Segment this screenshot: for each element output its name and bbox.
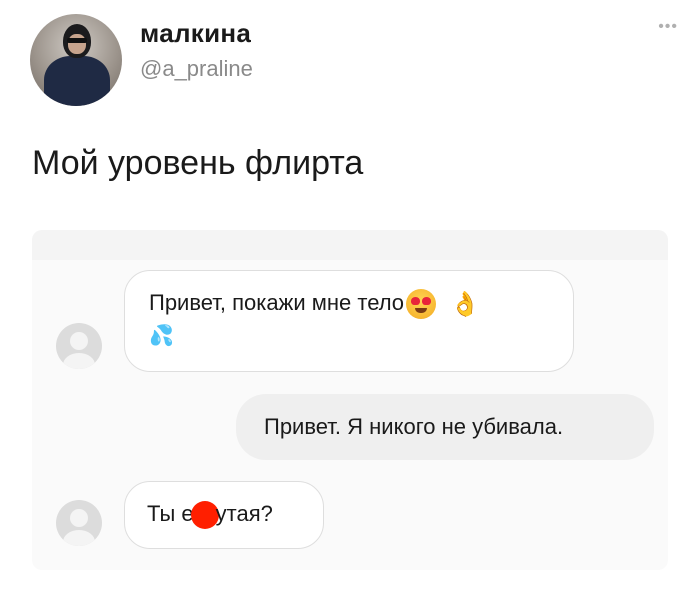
message-bubble-outgoing: Привет. Я никого не убивала.: [236, 394, 654, 460]
avatar-body: [44, 56, 110, 106]
avatar-sunglasses: [67, 38, 87, 43]
chat-header-strip: [32, 230, 668, 260]
message-bubble-incoming: Ты е утая?: [124, 481, 324, 549]
heart-eyes-emoji-icon: [406, 289, 437, 319]
profile-name[interactable]: малкина: [140, 18, 251, 49]
avatar-face: [68, 34, 86, 54]
censor-dot: [190, 501, 219, 530]
profile-avatar[interactable]: [30, 14, 122, 106]
sender-avatar-icon: [56, 323, 102, 369]
ok-hand-emoji-icon: 👌: [450, 290, 480, 318]
message-text-part: утая?: [215, 501, 273, 526]
sender-avatar-icon: [56, 500, 102, 546]
profile-handle[interactable]: @a_praline: [140, 56, 253, 82]
message-text: Привет, покажи мне тело: [149, 289, 405, 315]
message-text-part: Ты е: [147, 501, 194, 526]
message-bubble-incoming: Привет, покажи мне тело 👌 💦: [124, 270, 574, 372]
sweat-droplets-emoji-icon: 💦: [149, 324, 174, 347]
more-dots-icon[interactable]: •••: [658, 18, 678, 36]
tweet-text: Мой уровень флирта: [32, 144, 364, 182]
message-text: Привет. Я никого не убивала.: [264, 414, 564, 439]
